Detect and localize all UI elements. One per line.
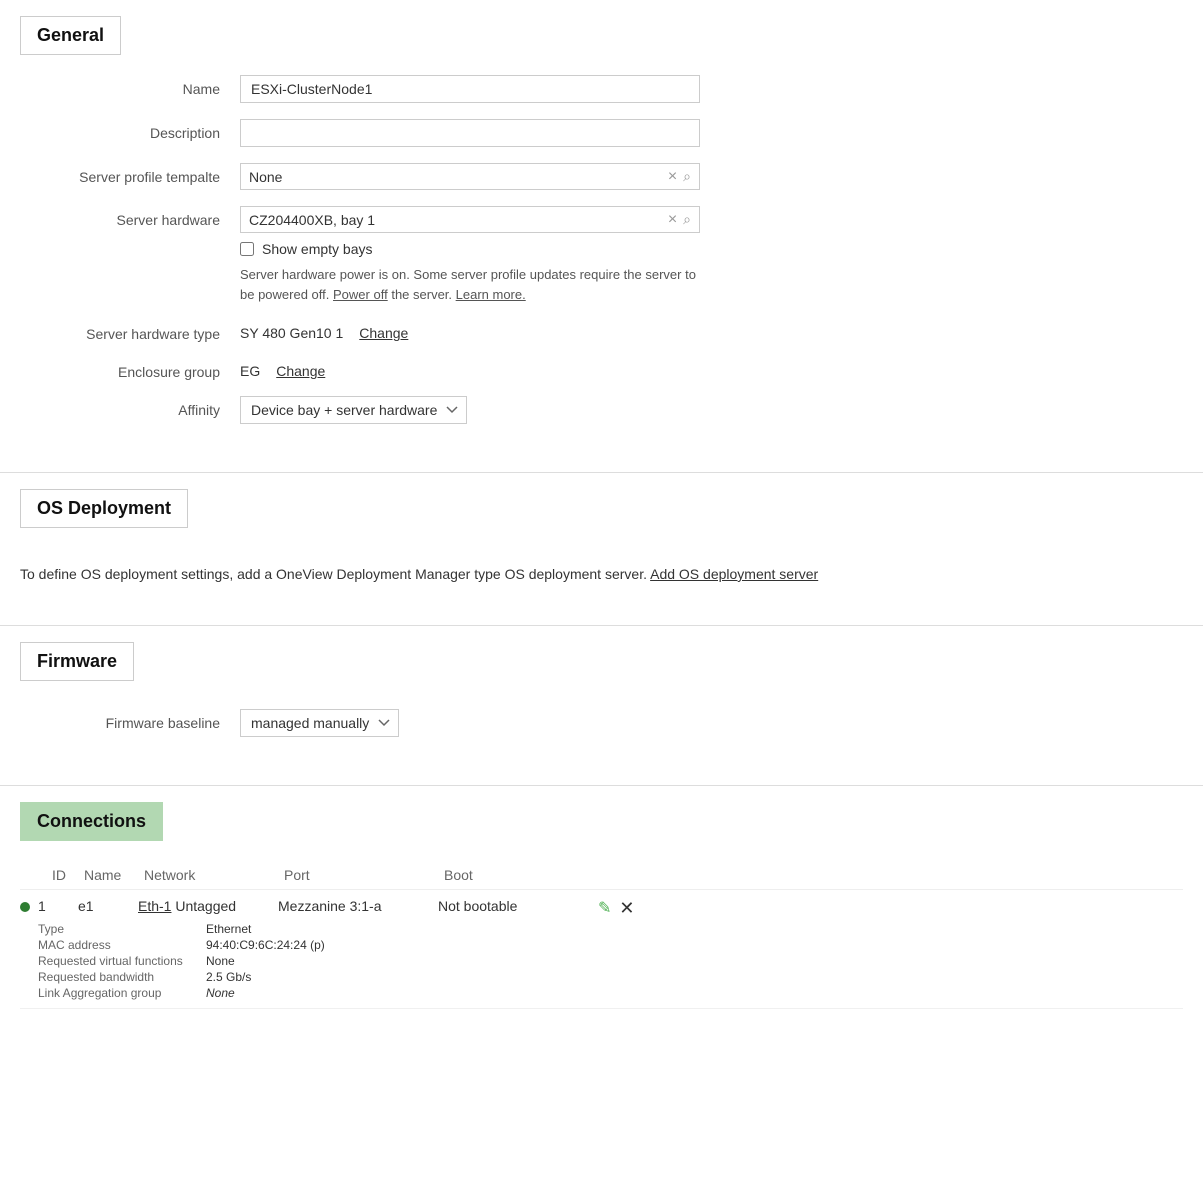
server-hardware-value: CZ204400XB, bay 1 [249, 212, 668, 228]
server-profile-template-row: Server profile tempalte None × ⌕ [0, 163, 1203, 190]
show-empty-bays-checkbox[interactable] [240, 242, 254, 256]
col-header-network: Network [144, 867, 284, 883]
learn-more-link[interactable]: Learn more. [456, 287, 526, 302]
name-input[interactable] [240, 75, 700, 103]
general-section: General Name Description Server profile … [0, 0, 1203, 473]
description-label: Description [20, 119, 240, 141]
enclosure-group-change-button[interactable]: Change [276, 363, 325, 379]
server-profile-template-search-icon[interactable]: ⌕ [683, 168, 691, 185]
firmware-baseline-row: Firmware baseline managed manually None [0, 709, 1203, 737]
connection-vf-label-1: Requested virtual functions [38, 954, 198, 968]
firmware-baseline-select[interactable]: managed manually None [240, 709, 399, 737]
col-header-boot: Boot [444, 867, 604, 883]
os-deployment-description-row: To define OS deployment settings, add a … [0, 548, 1203, 601]
connection-lag-value-1: None [206, 986, 1183, 1000]
general-section-header: General [20, 16, 121, 55]
server-profile-template-label: Server profile tempalte [20, 163, 240, 185]
enclosure-group-inline: EG Change [240, 358, 700, 379]
connection-bw-value-1: 2.5 Gb/s [206, 970, 1183, 984]
general-title: General [37, 25, 104, 46]
server-hardware-type-value: SY 480 Gen10 1 [240, 325, 343, 341]
connection-port-1: Mezzanine 3:1-a [278, 898, 438, 914]
description-control [240, 119, 700, 147]
connection-type-value-1: Ethernet [206, 922, 1183, 936]
connection-vf-value-1: None [206, 954, 1183, 968]
server-hardware-type-inline: SY 480 Gen10 1 Change [240, 320, 700, 341]
add-os-deployment-server-link[interactable]: Add OS deployment server [650, 566, 818, 582]
show-empty-bays-row: Show empty bays [240, 241, 700, 257]
power-help-text: Server hardware power is on. Some server… [240, 265, 700, 304]
name-row: Name [0, 75, 1203, 103]
firmware-baseline-control: managed manually None [240, 709, 700, 737]
server-profile-template-clear-icon[interactable]: × [668, 169, 677, 185]
firmware-section-header: Firmware [20, 642, 134, 681]
power-off-link[interactable]: Power off [333, 287, 388, 302]
connection-edit-button-1[interactable]: ✎ [598, 898, 611, 918]
show-empty-bays-label: Show empty bays [262, 241, 373, 257]
connection-details-grid-1: Type Ethernet MAC address 94:40:C9:6C:24… [38, 922, 1183, 1000]
server-hardware-type-label: Server hardware type [20, 320, 240, 342]
server-hardware-label: Server hardware [20, 206, 240, 228]
col-header-name: Name [84, 867, 144, 883]
firmware-section: Firmware Firmware baseline managed manua… [0, 626, 1203, 786]
server-hardware-control: CZ204400XB, bay 1 × ⌕ Show empty bays Se… [240, 206, 700, 304]
affinity-row: Affinity Device bay + server hardware De… [0, 396, 1203, 424]
os-deployment-section-header: OS Deployment [20, 489, 188, 528]
affinity-control: Device bay + server hardware Device bay [240, 396, 700, 424]
affinity-select[interactable]: Device bay + server hardware Device bay [240, 396, 467, 424]
server-hardware-type-row: Server hardware type SY 480 Gen10 1 Chan… [0, 320, 1203, 342]
connections-section: Connections ID Name Network Port Boot 1 … [0, 786, 1203, 1033]
server-profile-template-control: None × ⌕ [240, 163, 700, 190]
server-hardware-row: Server hardware CZ204400XB, bay 1 × ⌕ Sh… [0, 206, 1203, 304]
os-deployment-section: OS Deployment To define OS deployment se… [0, 473, 1203, 626]
connection-status-dot-1 [20, 902, 30, 912]
connection-delete-button-1[interactable]: ✕ [619, 899, 634, 917]
enclosure-group-row: Enclosure group EG Change [0, 358, 1203, 380]
connection-id-1: 1 [38, 898, 78, 914]
enclosure-group-control: EG Change [240, 358, 700, 379]
connections-title: Connections [37, 811, 146, 832]
enclosure-group-value: EG [240, 363, 260, 379]
server-hardware-search-icon[interactable]: ⌕ [683, 211, 691, 228]
connection-lag-label-1: Link Aggregation group [38, 986, 198, 1000]
connection-mac-label-1: MAC address [38, 938, 198, 952]
connection-network-1: Eth-1 Untagged [138, 898, 278, 914]
connection-actions-1: ✎ ✕ [598, 898, 635, 918]
firmware-title: Firmware [37, 651, 117, 672]
name-control [240, 75, 700, 103]
connection-mac-value-1: 94:40:C9:6C:24:24 (p) [206, 938, 1183, 952]
description-input[interactable] [240, 119, 700, 147]
enclosure-group-label: Enclosure group [20, 358, 240, 380]
connection-name-1: e1 [78, 898, 138, 914]
connection-row-1-main: 1 e1 Eth-1 Untagged Mezzanine 3:1-a Not … [20, 898, 1183, 918]
server-hardware-type-change-button[interactable]: Change [359, 325, 408, 341]
connection-type-label-1: Type [38, 922, 198, 936]
col-header-port: Port [284, 867, 444, 883]
connections-header-row: ID Name Network Port Boot [20, 861, 1183, 890]
os-deployment-title: OS Deployment [37, 498, 171, 519]
connection-network-tag-1: Untagged [175, 898, 236, 914]
connections-table-wrapper: ID Name Network Port Boot 1 e1 Eth-1 Unt… [0, 861, 1203, 1009]
os-deployment-description: To define OS deployment settings, add a … [20, 566, 647, 582]
connections-section-header: Connections [20, 802, 163, 841]
affinity-label: Affinity [20, 396, 240, 418]
server-hardware-type-control: SY 480 Gen10 1 Change [240, 320, 700, 341]
col-header-id: ID [44, 867, 84, 883]
server-hardware-clear-icon[interactable]: × [668, 212, 677, 228]
connection-row-1: 1 e1 Eth-1 Untagged Mezzanine 3:1-a Not … [20, 890, 1183, 1009]
description-row: Description [0, 119, 1203, 147]
firmware-baseline-label: Firmware baseline [20, 709, 240, 731]
server-profile-template-value: None [249, 169, 668, 185]
connection-network-link-1[interactable]: Eth-1 [138, 898, 171, 914]
connection-bw-label-1: Requested bandwidth [38, 970, 198, 984]
connection-boot-1: Not bootable [438, 898, 598, 914]
server-profile-template-input-wrapper[interactable]: None × ⌕ [240, 163, 700, 190]
server-hardware-input-wrapper[interactable]: CZ204400XB, bay 1 × ⌕ [240, 206, 700, 233]
connection-details-1: Type Ethernet MAC address 94:40:C9:6C:24… [38, 922, 1183, 1000]
name-label: Name [20, 75, 240, 97]
